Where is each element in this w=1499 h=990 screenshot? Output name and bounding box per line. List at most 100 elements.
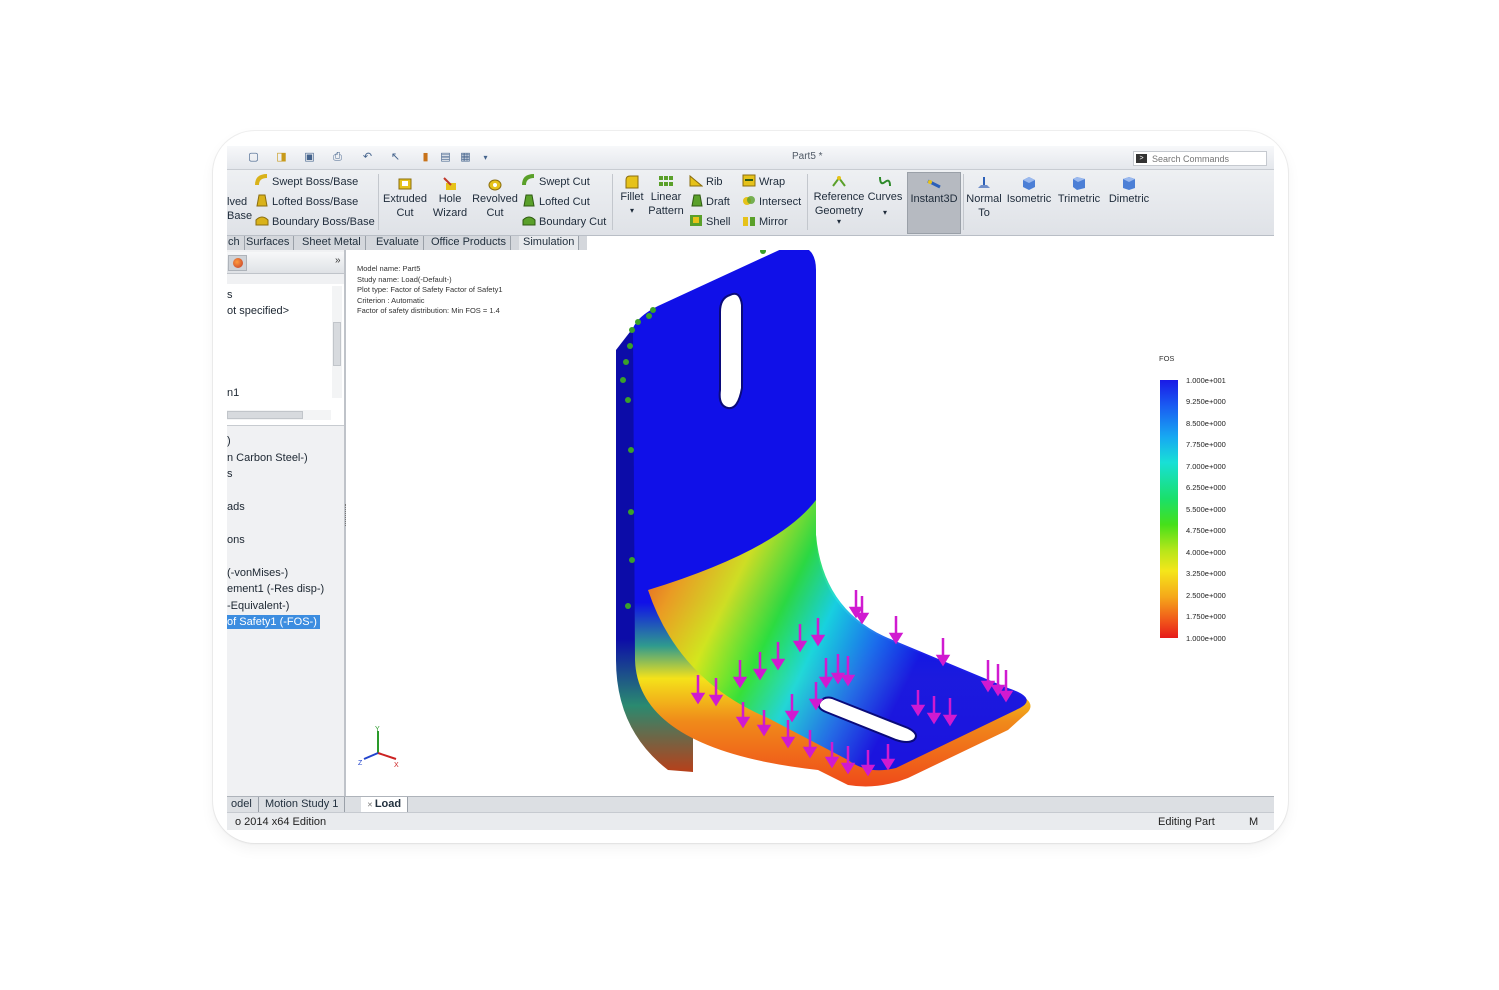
command-manager: lved Base Swept Boss/Base Lofted Boss/Ba… bbox=[227, 170, 1274, 236]
status-units[interactable]: M bbox=[1249, 816, 1258, 828]
boundary-boss-button[interactable]: Boundary Boss/Base bbox=[255, 214, 375, 229]
tab-simulation[interactable]: Simulation bbox=[519, 236, 580, 250]
legend-label: 9.250e+000 bbox=[1186, 397, 1226, 406]
customize-dropdown-icon[interactable]: ▾ bbox=[479, 151, 492, 164]
feature-manager-pane: » s ot specified> n1 ) n Carbon Steel-) … bbox=[227, 250, 346, 796]
tab-evaluate[interactable]: Evaluate bbox=[372, 236, 424, 250]
search-commands-box[interactable]: > bbox=[1133, 151, 1267, 166]
rebuild-icon[interactable]: ▮ bbox=[419, 151, 432, 164]
curves-dropdown-icon[interactable]: ▾ bbox=[867, 204, 903, 222]
tree-item-displacement[interactable]: ement1 (-Res disp-) bbox=[227, 582, 324, 596]
tab-motion-study-1[interactable]: Motion Study 1 bbox=[259, 797, 346, 812]
tree-item[interactable]: ) bbox=[227, 434, 231, 448]
list-item[interactable]: s bbox=[227, 288, 233, 302]
fillet-icon bbox=[625, 175, 639, 189]
legend-label: 2.500e+000 bbox=[1186, 591, 1226, 600]
tree-item-material[interactable]: n Carbon Steel-) bbox=[227, 451, 308, 465]
normal-to-button[interactable]: Normal To bbox=[965, 176, 1003, 220]
tree-item-factor-of-safety[interactable]: of Safety1 (-FOS-) bbox=[227, 615, 320, 629]
undo-icon[interactable]: ↶ bbox=[361, 151, 374, 164]
wrap-button[interactable]: Wrap bbox=[742, 174, 785, 189]
vertical-scrollbar[interactable] bbox=[332, 286, 342, 398]
expand-chevron-icon[interactable]: » bbox=[335, 255, 341, 266]
command-search-icon: > bbox=[1136, 154, 1147, 163]
curves-button[interactable]: Curves ▾ bbox=[867, 174, 903, 222]
revolved-cut-button[interactable]: Revolved Cut bbox=[472, 176, 518, 220]
legend-label: 4.750e+000 bbox=[1186, 526, 1226, 535]
print-icon[interactable]: ⎙ bbox=[331, 151, 344, 164]
linear-pattern-icon bbox=[659, 176, 673, 186]
list-item[interactable]: n1 bbox=[227, 386, 239, 400]
intersect-icon bbox=[743, 196, 755, 205]
tab-sheet-metal[interactable]: Sheet Metal bbox=[298, 236, 366, 250]
open-folder-icon[interactable]: ◨ bbox=[275, 151, 288, 164]
lofted-cut-button[interactable]: Lofted Cut bbox=[522, 194, 590, 209]
reference-geometry-dropdown-icon[interactable]: ▾ bbox=[811, 218, 867, 226]
status-edition: o 2014 x64 Edition bbox=[235, 816, 327, 828]
intersect-button[interactable]: Intersect bbox=[742, 194, 801, 209]
simulation-study-icon[interactable] bbox=[228, 255, 247, 271]
trimetric-button[interactable]: Trimetric bbox=[1055, 176, 1103, 206]
revolved-cut-icon bbox=[488, 179, 502, 191]
extruded-cut-button[interactable]: Extruded Cut bbox=[382, 176, 428, 220]
scrollbar-thumb[interactable] bbox=[333, 322, 341, 366]
tree-item-loads[interactable]: ads bbox=[227, 500, 245, 514]
file-properties-icon[interactable]: ▤ bbox=[439, 151, 452, 164]
revolved-boss-button[interactable]: lved Base bbox=[227, 195, 252, 223]
scrollbar-thumb[interactable] bbox=[227, 411, 303, 419]
tab-office-products[interactable]: Office Products bbox=[427, 236, 511, 250]
hole-wizard-button[interactable]: Hole Wizard bbox=[430, 176, 470, 220]
legend-label: 1.000e+000 bbox=[1186, 634, 1226, 643]
mirror-button[interactable]: Mirror bbox=[742, 214, 788, 229]
shell-button[interactable]: Shell bbox=[689, 214, 730, 229]
status-bar: o 2014 x64 Edition Editing Part M bbox=[227, 812, 1274, 830]
draft-icon bbox=[691, 194, 703, 207]
legend-label: 5.500e+000 bbox=[1186, 505, 1226, 514]
swept-boss-icon bbox=[255, 174, 268, 186]
isometric-button[interactable]: Isometric bbox=[1005, 176, 1053, 206]
simulation-study-icon: ✕ bbox=[367, 802, 375, 809]
swept-boss-button[interactable]: Swept Boss/Base bbox=[255, 174, 358, 189]
ribbon-separator bbox=[378, 174, 379, 230]
search-commands-input[interactable] bbox=[1152, 153, 1264, 165]
list-item[interactable]: ot specified> bbox=[227, 304, 289, 318]
horizontal-scrollbar[interactable] bbox=[227, 410, 331, 420]
tree-item-strain[interactable]: -Equivalent-) bbox=[227, 599, 289, 613]
tab-load-study[interactable]: ✕ Load bbox=[361, 797, 409, 812]
tree-item-stress[interactable]: (-vonMises-) bbox=[227, 566, 288, 580]
lofted-boss-button[interactable]: Lofted Boss/Base bbox=[255, 194, 358, 209]
dimetric-button[interactable]: Dimetric bbox=[1105, 176, 1153, 206]
tab-model[interactable]: odel bbox=[227, 797, 259, 812]
new-document-icon[interactable]: ▢ bbox=[247, 151, 260, 164]
normal-to-icon bbox=[978, 177, 990, 188]
triad-x-label: X bbox=[394, 762, 399, 769]
fos-model-view bbox=[616, 250, 1031, 787]
status-mode: Editing Part bbox=[1158, 816, 1215, 828]
boundary-cut-button[interactable]: Boundary Cut bbox=[522, 214, 606, 229]
trimetric-icon bbox=[1073, 177, 1085, 190]
instant3d-button[interactable]: Instant3D bbox=[907, 176, 961, 206]
graphics-area[interactable]: Model name: Part5 Study name: Load(-Defa… bbox=[348, 250, 1274, 796]
options-icon[interactable]: ▦ bbox=[459, 151, 472, 164]
tree-item-connections[interactable]: ons bbox=[227, 533, 245, 547]
reference-geometry-button[interactable]: Reference Geometry ▾ bbox=[811, 174, 867, 226]
fillet-dropdown-icon[interactable]: ▾ bbox=[617, 204, 647, 218]
fillet-button[interactable]: Fillet ▾ bbox=[617, 174, 647, 218]
linear-pattern-button[interactable]: Linear Pattern bbox=[647, 174, 685, 218]
select-icon[interactable]: ↖ bbox=[389, 151, 402, 164]
tab-surfaces[interactable]: Surfaces bbox=[242, 236, 295, 250]
legend-label: 6.250e+000 bbox=[1186, 483, 1226, 492]
solidworks-window: ▢ ◨ ▣ ⎙ ↶ ↖ ▮ ▤ ▦ ▾ Part5 * > lved Base … bbox=[227, 146, 1274, 830]
tree-item[interactable]: s bbox=[227, 467, 233, 481]
mirror-icon bbox=[743, 217, 755, 226]
wrap-icon bbox=[742, 174, 756, 187]
triad-y-label: Y bbox=[375, 726, 380, 733]
title-bar: ▢ ◨ ▣ ⎙ ↶ ↖ ▮ ▤ ▦ ▾ Part5 * > bbox=[227, 146, 1274, 170]
triad-z-label: Z bbox=[358, 760, 363, 767]
save-icon[interactable]: ▣ bbox=[303, 151, 316, 164]
swept-cut-button[interactable]: Swept Cut bbox=[522, 174, 590, 189]
legend-label: 1.000e+001 bbox=[1186, 376, 1226, 385]
draft-button[interactable]: Draft bbox=[689, 194, 730, 209]
rib-button[interactable]: Rib bbox=[689, 174, 723, 189]
rib-icon bbox=[689, 174, 703, 187]
